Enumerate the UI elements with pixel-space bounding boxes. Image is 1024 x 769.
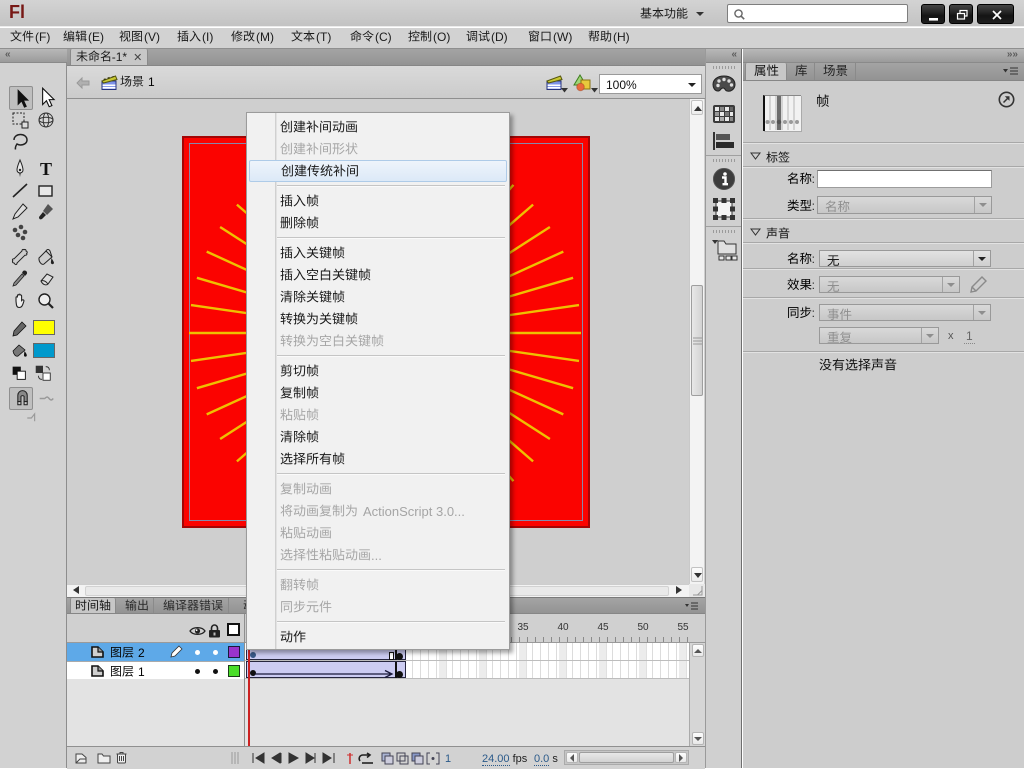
svg-text:T: T [40, 159, 52, 179]
